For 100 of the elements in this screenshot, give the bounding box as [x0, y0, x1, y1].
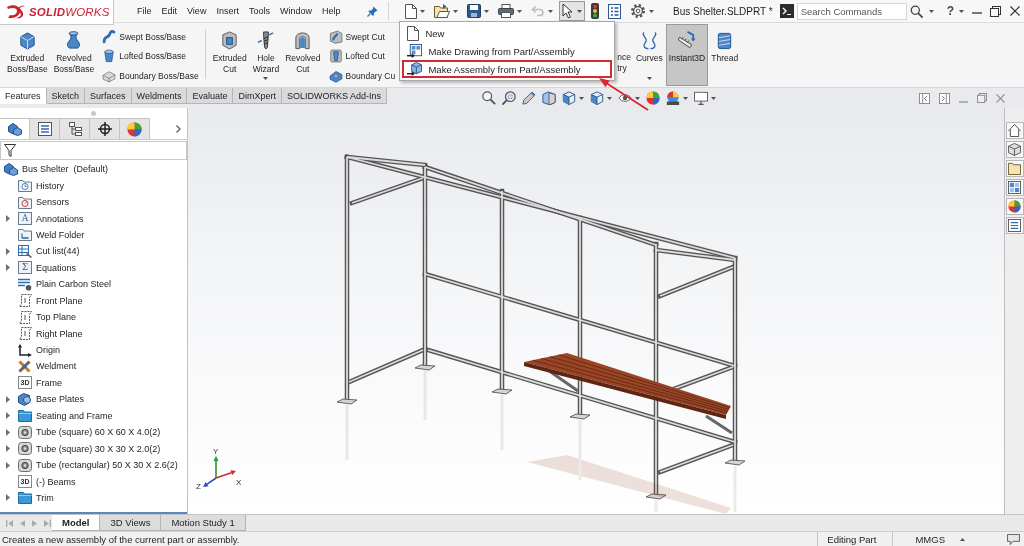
- panel-tab[interactable]: [0, 118, 30, 139]
- panel-tab[interactable]: [30, 118, 60, 139]
- lofted-boss-button[interactable]: Lofted Boss/Base: [100, 46, 201, 66]
- tree-item[interactable]: A Annotations: [18, 212, 86, 226]
- section-view-button[interactable]: [541, 90, 557, 106]
- caret-up-icon: [960, 537, 965, 541]
- tab[interactable]: Model: [52, 515, 101, 531]
- tab[interactable]: Evaluate: [187, 88, 234, 104]
- previous-view-button[interactable]: [521, 90, 537, 106]
- tree-item[interactable]: Right Plane: [18, 327, 85, 341]
- ribbon-button[interactable]: nce try: [615, 51, 633, 74]
- expand-arrow-icon[interactable]: [6, 428, 10, 436]
- tree-item[interactable]: Tube (rectangular) 50 X 30 X 2.6(2): [18, 458, 180, 472]
- expand-arrow-icon[interactable]: [6, 247, 10, 255]
- pin-icon[interactable]: [367, 5, 379, 17]
- search-icon[interactable]: [909, 4, 923, 18]
- expand-arrow-icon[interactable]: [6, 412, 10, 420]
- revolved-cut-button[interactable]: Revolved Cut: [282, 24, 324, 86]
- skip-back-icon: [6, 519, 13, 527]
- display-style-button[interactable]: [589, 90, 613, 106]
- swept-boss-button[interactable]: Swept Boss/Base: [100, 27, 201, 47]
- tree-item[interactable]: Weldment: [18, 359, 79, 373]
- zoom-area-button[interactable]: [501, 90, 517, 106]
- tab[interactable]: Weldments: [131, 88, 188, 104]
- grip-dot-icon[interactable]: [91, 110, 96, 116]
- help-button[interactable]: ?: [943, 3, 967, 19]
- boundary-boss-button[interactable]: Boundary Boss/Base: [100, 66, 201, 86]
- menu-item[interactable]: Make Drawing from Part/Assembly: [402, 42, 613, 60]
- caret-icon[interactable]: [928, 9, 934, 13]
- expand-arrow-icon[interactable]: [6, 215, 10, 223]
- extruded-cut-button[interactable]: Extruded Cut: [209, 24, 250, 86]
- appearances-tab[interactable]: [1005, 198, 1024, 215]
- color-sphere-icon: [1008, 200, 1021, 213]
- expand-arrow-icon[interactable]: [6, 494, 10, 502]
- tile-right-button[interactable]: [938, 91, 951, 105]
- swept-cut-button[interactable]: Swept Cut: [326, 27, 398, 47]
- menu-item[interactable]: New: [402, 24, 613, 42]
- folder-icon: [434, 4, 451, 18]
- tab[interactable]: Sketch: [46, 88, 86, 104]
- view-orientation-button[interactable]: [561, 90, 585, 106]
- revolved-boss-button[interactable]: Revolved Boss/Base: [50, 24, 98, 86]
- select-button[interactable]: [559, 1, 586, 21]
- view-palette-tab[interactable]: [1005, 179, 1024, 196]
- tree-item[interactable]: Cut list(44): [18, 244, 82, 258]
- home-tab[interactable]: [1005, 122, 1024, 139]
- curves-button[interactable]: Curves: [632, 24, 666, 86]
- units-button[interactable]: MMGS: [892, 532, 969, 546]
- menu-item[interactable]: Edit: [156, 4, 183, 18]
- tree-item[interactable]: Sensors: [18, 195, 72, 209]
- tab[interactable]: Motion Study 1: [161, 515, 246, 531]
- design-library-tab[interactable]: [1005, 141, 1024, 158]
- tree-item[interactable]: Bus Shelter (Default): [4, 162, 111, 176]
- tree-item[interactable]: Plain Carbon Steel: [18, 277, 114, 291]
- panel-tab[interactable]: [90, 118, 120, 139]
- tree-item[interactable]: Origin: [18, 343, 62, 357]
- tab[interactable]: Surfaces: [85, 88, 132, 104]
- custom-properties-tab[interactable]: [1005, 217, 1024, 234]
- tree-item[interactable]: Base Plates: [18, 392, 87, 406]
- tile-left-button[interactable]: [918, 91, 931, 105]
- filter-field[interactable]: [0, 141, 187, 160]
- panel-tab[interactable]: [60, 118, 90, 139]
- view-settings-button[interactable]: [693, 90, 717, 106]
- apply-scene-button[interactable]: [665, 90, 689, 106]
- menu-item[interactable]: Window: [274, 4, 317, 18]
- speech-bubble-icon[interactable]: [1007, 533, 1020, 545]
- menu-item[interactable]: Insert: [211, 4, 244, 18]
- menu-item[interactable]: File: [132, 4, 157, 18]
- menu-item[interactable]: Make Assembly from Part/Assembly: [402, 60, 613, 78]
- tree-item[interactable]: Trim: [18, 491, 56, 505]
- tree-item[interactable]: Seating and Frame: [18, 409, 115, 423]
- instant3d-button[interactable]: Instant3D: [665, 24, 709, 86]
- tab[interactable]: 3D Views: [100, 515, 162, 531]
- expand-arrow-icon[interactable]: [6, 264, 10, 272]
- tab[interactable]: Features: [0, 88, 47, 104]
- tree-item[interactable]: Tube (square) 30 X 30 X 2.0(2): [18, 442, 163, 456]
- tree-item[interactable]: History: [18, 179, 66, 193]
- lofted-cut-button[interactable]: Lofted Cut: [326, 46, 398, 66]
- tree-item[interactable]: Σ Equations: [18, 261, 79, 275]
- boundary-cut-button[interactable]: Boundary Cu: [326, 66, 398, 86]
- hole-wizard-button[interactable]: Hole Wizard: [249, 24, 283, 86]
- more-tabs-button[interactable]: [175, 123, 182, 134]
- menu-item[interactable]: Help: [316, 4, 346, 18]
- expand-arrow-icon[interactable]: [6, 445, 10, 453]
- edit-appearance-button[interactable]: [645, 90, 661, 106]
- zoom-to-fit-button[interactable]: [481, 90, 497, 106]
- menu-item[interactable]: Tools: [243, 4, 275, 18]
- tree-item[interactable]: Front Plane: [18, 294, 85, 308]
- thread-button[interactable]: Thread: [708, 24, 742, 86]
- tab[interactable]: DimXpert: [233, 88, 282, 104]
- tree-item[interactable]: Top Plane: [18, 310, 79, 324]
- search-field[interactable]: Search Commands: [796, 2, 907, 20]
- axis-label: Y: [213, 447, 219, 456]
- extruded-boss-button[interactable]: Extruded Boss/Base: [4, 24, 51, 86]
- expand-arrow-icon[interactable]: [6, 461, 10, 469]
- expand-arrow-icon[interactable]: [6, 395, 10, 403]
- menu-item[interactable]: View: [182, 4, 212, 18]
- tab[interactable]: SOLIDWORKS Add-Ins: [282, 88, 387, 104]
- file-explorer-tab[interactable]: [1005, 160, 1024, 177]
- tree-item[interactable]: Tube (square) 60 X 60 X 4.0(2): [18, 425, 163, 439]
- tree-item[interactable]: Weld Folder: [18, 228, 87, 242]
